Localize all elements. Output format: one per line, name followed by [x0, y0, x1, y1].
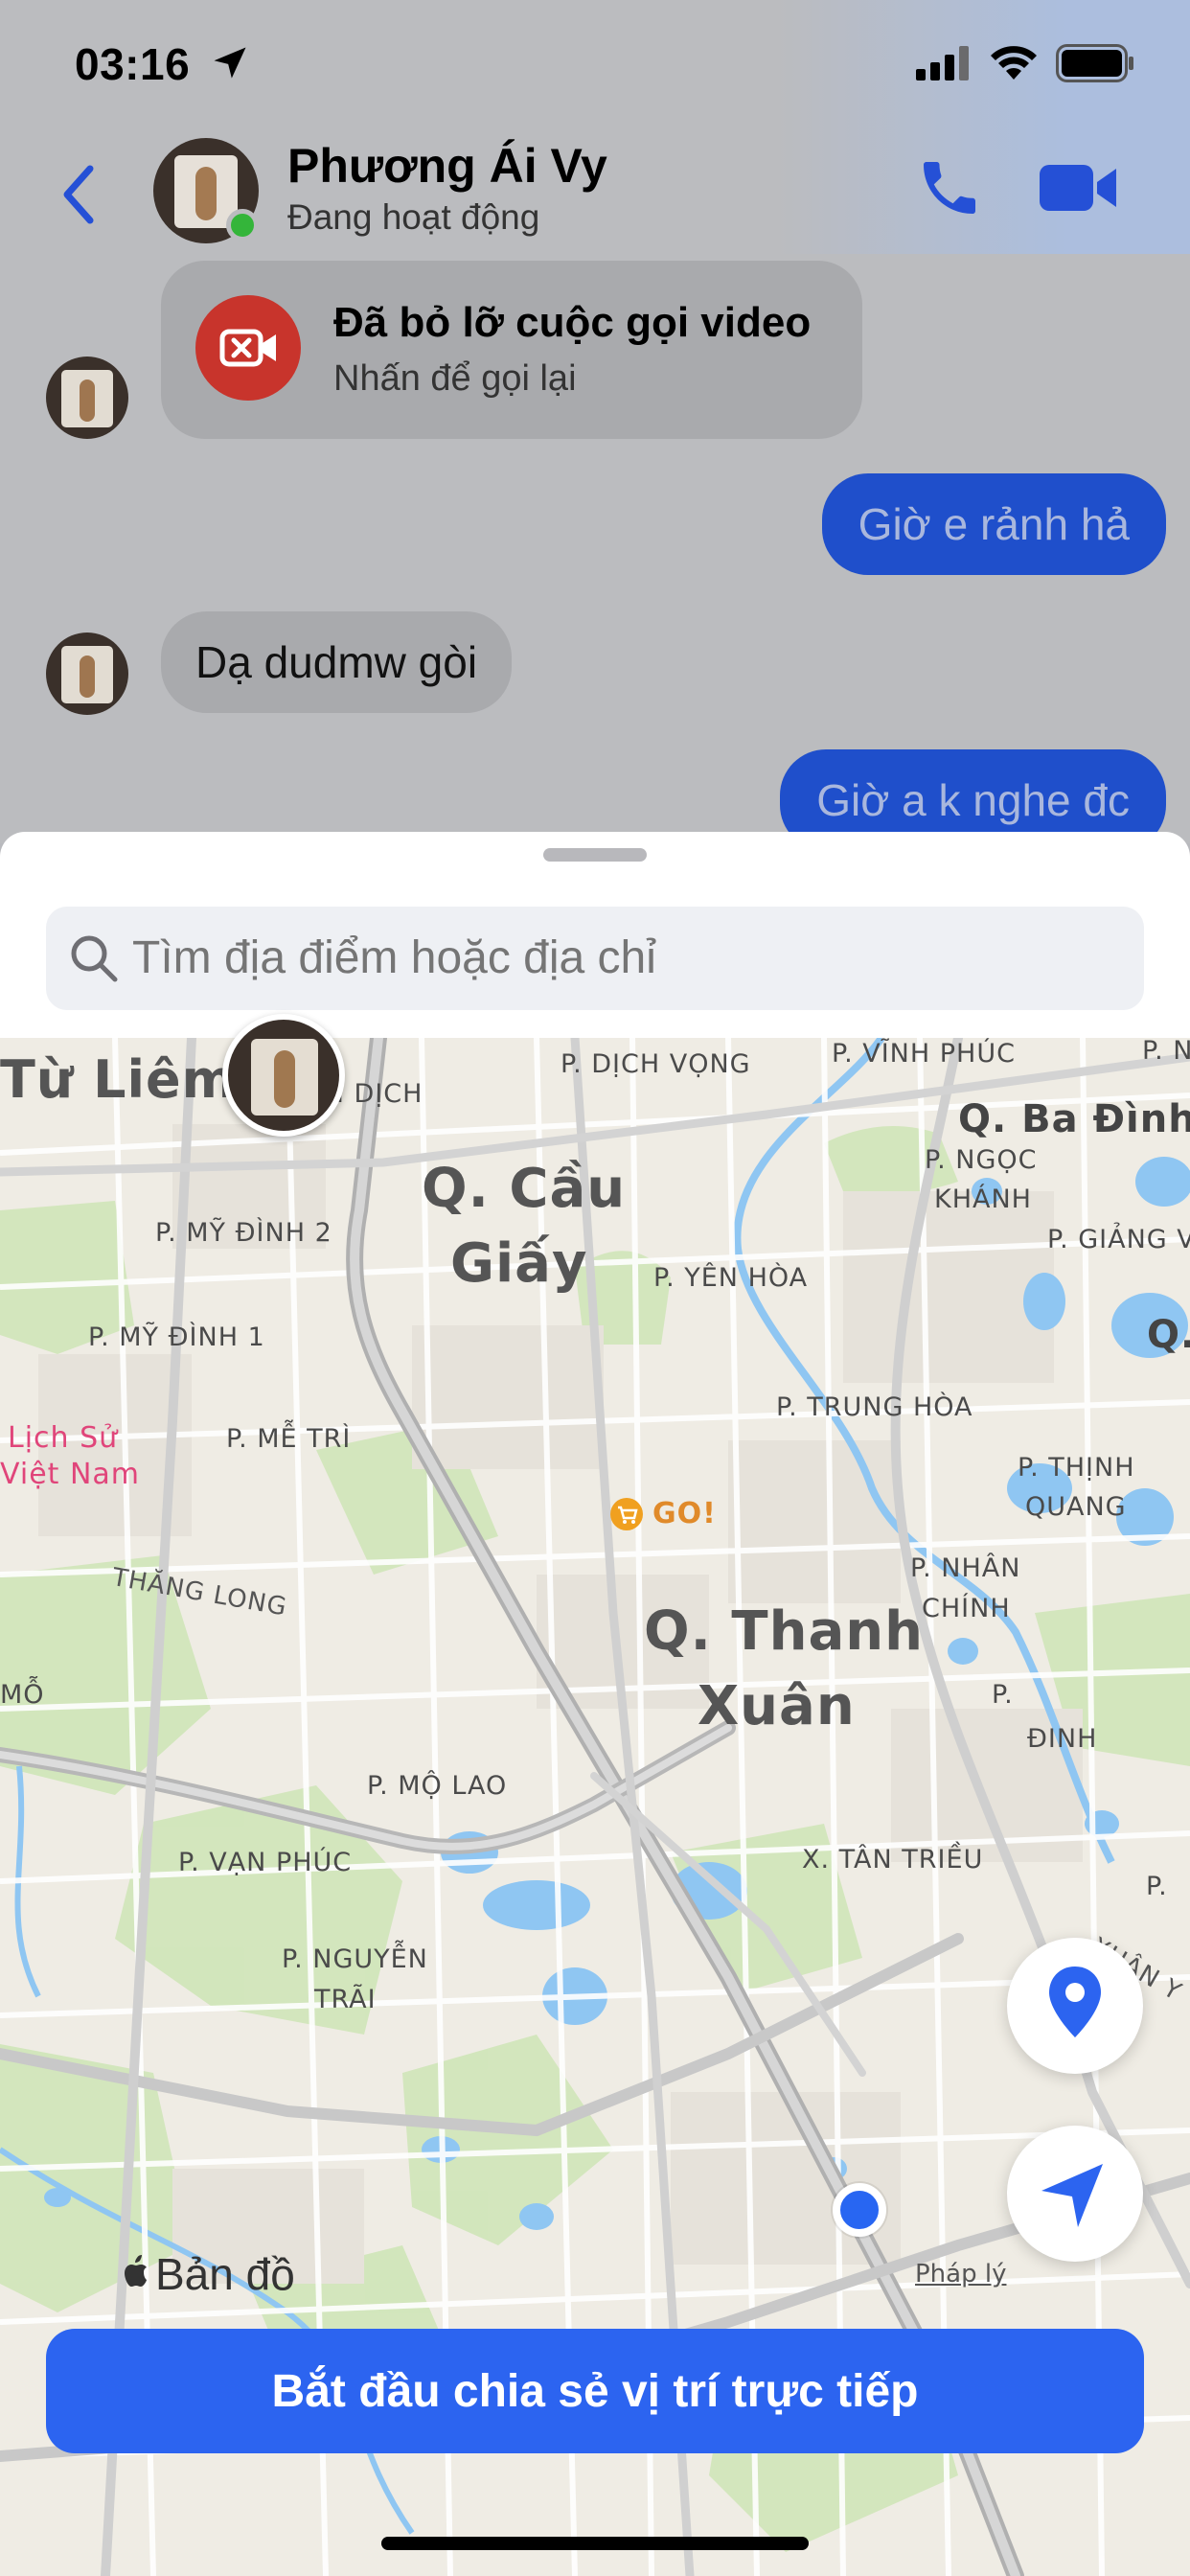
- search-input[interactable]: [132, 907, 1129, 1010]
- map-label-giang-vo: P. GIẢNG VÕ: [1047, 1225, 1190, 1254]
- map-label-tan-trieu: X. TÂN TRIỀU: [802, 1845, 984, 1874]
- status-indicators: [916, 44, 1134, 82]
- message-bubble-outgoing[interactable]: Giờ e rảnh hả: [821, 473, 1166, 575]
- search-icon: [71, 935, 118, 982]
- map-label-thanh-xuan-2: Xuân: [698, 1675, 856, 1737]
- friend-location-pin[interactable]: [222, 1014, 345, 1137]
- current-location-button[interactable]: [1007, 2126, 1143, 2262]
- sheet-grabber[interactable]: [543, 848, 647, 862]
- signal-icon: [916, 46, 969, 80]
- map-label-trung-hoa: P. TRUNG HÒA: [776, 1392, 973, 1422]
- missed-call-subtitle: Nhấn để gọi lại: [333, 358, 577, 399]
- sender-avatar: [46, 356, 128, 439]
- missed-call-title: Đã bỏ lỡ cuộc gọi video: [333, 299, 812, 346]
- map-label-tu-liem: Từ Liêm: [0, 1049, 237, 1110]
- map-label-p-right: P.: [992, 1680, 1014, 1710]
- chat-header: Phương Ái Vy Đang hoạt động: [0, 125, 1190, 254]
- map-label-thinh-quang-2: QUANG: [1025, 1492, 1127, 1522]
- map-label-museum-1: Lịch Sử: [8, 1421, 119, 1455]
- map-pin-icon: [1049, 1966, 1101, 2037]
- map-label-nguyen-trai-2: TRÃI: [314, 1985, 377, 2014]
- map-label-thanh-xuan-1: Q. Thanh: [644, 1600, 924, 1663]
- map-label-p-n: P. N: [1142, 1038, 1190, 1066]
- map-label-my-dinh-2: P. MỸ ĐÌNH 2: [155, 1218, 332, 1248]
- location-share-sheet: Từ Liêm P. MAI DỊCH P. DỊCH VỌNG P. VĨNH…: [0, 832, 1190, 2576]
- location-arrow-icon: [214, 47, 246, 79]
- map-label-vinh-phuc: P. VĨNH PHÚC: [832, 1039, 1016, 1069]
- video-call-icon[interactable]: [1040, 161, 1118, 215]
- map-label-van-phuc: P. VẠN PHÚC: [178, 1848, 353, 1877]
- navigation-arrow-icon: [1041, 2164, 1103, 2227]
- contact-status: Đang hoạt động: [287, 197, 540, 237]
- shopping-cart-icon[interactable]: [610, 1498, 643, 1530]
- map-label-me-tri: P. MỄ TRÌ: [226, 1424, 352, 1454]
- map-label-nhan-chinh-1: P. NHÂN: [910, 1553, 1021, 1583]
- map-label-cau-giay-1: Q. Cầu: [422, 1158, 627, 1220]
- chat-background: 03:16 Phương Ái Vy Đang hoạt động Đã bỏ …: [0, 0, 1190, 851]
- map-label-museum-2: Việt Nam: [0, 1458, 141, 1491]
- apple-logo-icon: [125, 2255, 147, 2287]
- current-location-dot: [833, 2183, 886, 2237]
- map-label-ngoc-khanh-1: P. NGỌC: [925, 1145, 1038, 1175]
- status-time: 03:16: [75, 39, 191, 89]
- missed-call-card[interactable]: Đã bỏ lỡ cuộc gọi video Nhấn để gọi lại: [161, 261, 862, 439]
- map-label-go[interactable]: GO!: [652, 1497, 717, 1530]
- map-label-q-edge: Q.: [1147, 1313, 1190, 1357]
- map-label-cau-giay-2: Giấy: [450, 1232, 588, 1295]
- phone-call-icon[interactable]: [915, 153, 984, 222]
- map-label-ba-dinh: Q. Ba Đình: [958, 1097, 1190, 1141]
- drop-pin-button[interactable]: [1007, 1938, 1143, 2074]
- map-label-yen-hoa: P. YÊN HÒA: [653, 1263, 809, 1293]
- map-label-thinh-quang-1: P. THỊNH: [1018, 1453, 1135, 1483]
- map-label-my-dinh-1: P. MỸ ĐÌNH 1: [88, 1322, 265, 1352]
- back-chevron-icon[interactable]: [56, 161, 103, 228]
- map-label-dich-vong: P. DỊCH VỌNG: [561, 1049, 751, 1079]
- start-live-location-button[interactable]: Bắt đầu chia sẻ vị trí trực tiếp: [46, 2329, 1144, 2453]
- map-label-ngoc-khanh-2: KHÁNH: [934, 1184, 1032, 1214]
- map-label-dinh-right: ĐINH: [1027, 1724, 1098, 1754]
- battery-icon: [1056, 44, 1133, 82]
- map-label-nguyen-trai-1: P. NGUYỄN: [282, 1944, 428, 1974]
- sender-avatar: [46, 632, 128, 715]
- maps-attribution: Bản đồ: [155, 2249, 295, 2299]
- online-indicator: [226, 209, 259, 242]
- message-bubble-incoming[interactable]: Dạ dudmw gòi: [161, 611, 513, 713]
- map-label-mo-lao: P. MỘ LAO: [367, 1771, 508, 1801]
- map-label-nhan-chinh-2: CHÍNH: [922, 1594, 1011, 1623]
- search-bar[interactable]: [46, 907, 1144, 1010]
- contact-name[interactable]: Phương Ái Vy: [287, 138, 607, 194]
- legal-link[interactable]: Pháp lý: [915, 2260, 1006, 2288]
- home-indicator: [381, 2537, 809, 2550]
- status-bar: 03:16: [0, 0, 1190, 125]
- map-label-mo: MỖ: [0, 1680, 45, 1710]
- wifi-icon: [991, 46, 1037, 80]
- map-label-p-bottom-right: P.: [1146, 1872, 1168, 1901]
- missed-video-icon: [195, 295, 301, 401]
